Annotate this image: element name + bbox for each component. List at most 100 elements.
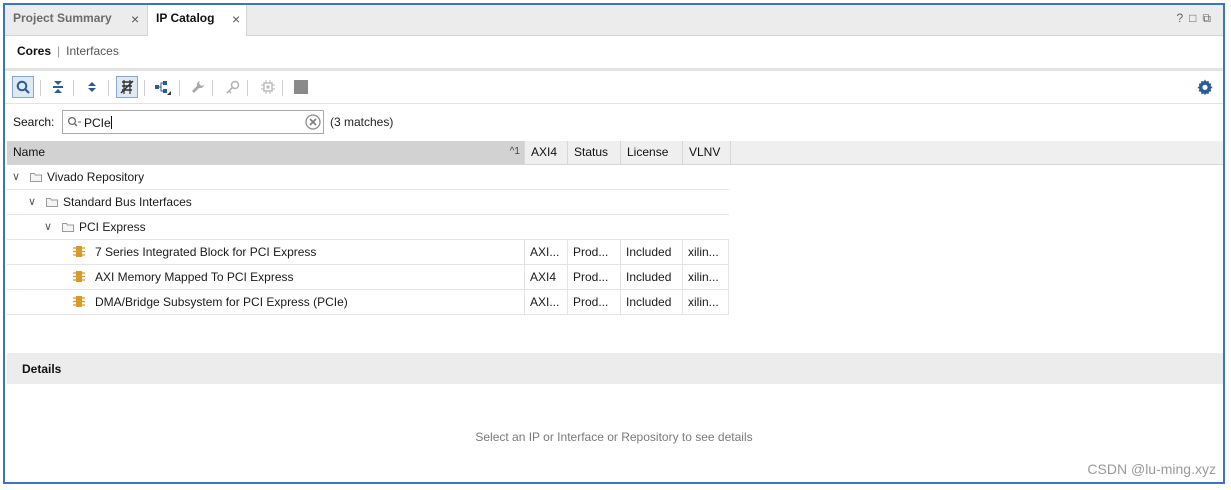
sort-ascending-icon: ^1 — [509, 146, 520, 157]
toolbar-separator — [73, 80, 74, 96]
cell-vlnv: xilin... — [683, 265, 729, 289]
help-icon[interactable]: ? — [1176, 11, 1189, 25]
tree-row-folder[interactable]: ∨ Standard Bus Interfaces — [7, 190, 729, 215]
column-label: VLNV — [689, 145, 721, 159]
expand-all-icon — [88, 82, 96, 92]
stop-button[interactable] — [290, 76, 312, 98]
column-header-axi4[interactable]: AXI4 — [525, 141, 568, 164]
table-row[interactable]: AXI Memory Mapped To PCI Express AXI4 Pr… — [7, 265, 729, 290]
column-header-name[interactable]: Name ^1 — [7, 141, 525, 164]
cell-axi4: AXI... — [525, 290, 568, 314]
ip-name: 7 Series Integrated Block for PCI Expres… — [95, 245, 317, 259]
tree-row-folder[interactable]: ∨ Vivado Repository — [7, 165, 729, 190]
search-value-wrap: PCIe — [84, 116, 112, 130]
customize-ip-button[interactable] — [187, 76, 209, 98]
tree-row-label: Standard Bus Interfaces — [63, 195, 192, 209]
cell-status: Prod... — [568, 240, 621, 264]
details-title: Details — [22, 362, 62, 376]
wrench-icon — [192, 81, 204, 93]
toolbar-separator — [212, 80, 213, 96]
view-tabs: Cores | Interfaces — [5, 36, 1223, 71]
hierarchy-icon — [155, 81, 171, 95]
cell-vlnv: xilin... — [683, 290, 729, 314]
table-header: Name ^1 AXI4 Status License VLNV — [7, 141, 1223, 165]
toolbar-separator — [247, 80, 248, 96]
match-count: (3 matches) — [330, 115, 394, 129]
tab-bar: Project Summary × IP Catalog × ?□⧉ — [5, 5, 1223, 36]
cell-status: Prod... — [568, 265, 621, 289]
cell-license: Included — [621, 265, 683, 289]
column-header-vlnv[interactable]: VLNV — [683, 141, 731, 164]
column-header-status[interactable]: Status — [568, 141, 621, 164]
cell-status: Prod... — [568, 290, 621, 314]
tab-label: Project Summary — [13, 11, 112, 25]
toolbar-separator — [108, 80, 109, 96]
folder-icon — [62, 223, 74, 232]
key-icon — [226, 80, 240, 94]
hierarchy-button[interactable] — [152, 76, 174, 98]
ip-core-icon — [73, 296, 85, 307]
ip-core-icon — [73, 246, 85, 257]
toolbar-separator — [282, 80, 283, 96]
toolbar-separator — [144, 80, 145, 96]
filter-toggle-button[interactable] — [116, 76, 138, 98]
column-label: AXI4 — [531, 145, 558, 159]
chevron-down-icon[interactable]: ∨ — [28, 190, 36, 214]
watermark: CSDN @lu-ming.xyz — [1087, 461, 1216, 477]
ip-settings-button[interactable] — [257, 76, 279, 98]
float-icon[interactable]: ⧉ — [1202, 11, 1217, 25]
column-label: Status — [574, 145, 609, 159]
chevron-down-icon[interactable]: ∨ — [12, 165, 20, 189]
tree-row-folder[interactable]: ∨ PCI Express — [7, 215, 729, 240]
details-header: Details — [7, 353, 1223, 384]
tab-ip-catalog[interactable]: IP Catalog × — [147, 5, 247, 36]
expand-all-button[interactable] — [81, 76, 103, 98]
search-label: Search: — [13, 115, 55, 129]
ip-name: DMA/Bridge Subsystem for PCI Express (PC… — [95, 295, 348, 309]
chevron-down-icon[interactable]: ∨ — [44, 215, 52, 239]
tab-label: IP Catalog — [156, 11, 215, 25]
window-controls[interactable]: ?□⧉ — [1176, 11, 1217, 26]
tree-row-label: Vivado Repository — [47, 170, 145, 184]
details-hint: Select an IP or Interface or Repository … — [475, 430, 753, 444]
search-icon — [16, 80, 30, 94]
tab-project-summary[interactable]: Project Summary × — [5, 5, 147, 35]
table-row[interactable]: DMA/Bridge Subsystem for PCI Express (PC… — [7, 290, 729, 315]
close-icon[interactable]: × — [232, 6, 240, 32]
column-header-license[interactable]: License — [621, 141, 683, 164]
table-row[interactable]: 7 Series Integrated Block for PCI Expres… — [7, 240, 729, 265]
collapse-all-icon — [53, 81, 63, 93]
ip-catalog-window: Project Summary × IP Catalog × ?□⧉ Cores… — [3, 3, 1225, 484]
folder-icon — [30, 173, 42, 182]
tab-separator: | — [57, 44, 61, 58]
gear-icon — [1197, 79, 1213, 95]
toolbar-separator — [179, 80, 180, 96]
maximize-icon[interactable]: □ — [1189, 11, 1202, 25]
column-label: Name — [13, 145, 46, 159]
cell-name: AXI Memory Mapped To PCI Express — [7, 265, 525, 289]
search-row: Search: PCIe (3 matches) — [5, 106, 1223, 138]
cell-license: Included — [621, 240, 683, 264]
search-input[interactable]: PCIe — [62, 110, 324, 134]
text-cursor — [110, 116, 112, 129]
cell-license: Included — [621, 290, 683, 314]
clear-icon[interactable] — [305, 114, 321, 130]
tab-interfaces[interactable]: Interfaces — [66, 44, 119, 58]
close-icon[interactable]: × — [131, 6, 139, 32]
filter-icon — [120, 80, 134, 94]
chip-icon — [261, 80, 275, 94]
cell-name: 7 Series Integrated Block for PCI Expres… — [7, 240, 525, 264]
collapse-all-button[interactable] — [47, 76, 69, 98]
ip-core-icon — [73, 271, 85, 282]
settings-button[interactable] — [1197, 79, 1213, 98]
tab-cores[interactable]: Cores — [17, 44, 51, 58]
search-value: PCIe — [84, 116, 111, 130]
tree-row-label: PCI Express — [79, 220, 146, 234]
ip-name: AXI Memory Mapped To PCI Express — [95, 270, 294, 284]
cell-vlnv: xilin... — [683, 240, 729, 264]
license-button[interactable] — [222, 76, 244, 98]
folder-icon — [46, 198, 58, 207]
cell-axi4: AXI... — [525, 240, 568, 264]
stop-icon — [294, 80, 308, 94]
search-toggle-button[interactable] — [12, 76, 34, 98]
